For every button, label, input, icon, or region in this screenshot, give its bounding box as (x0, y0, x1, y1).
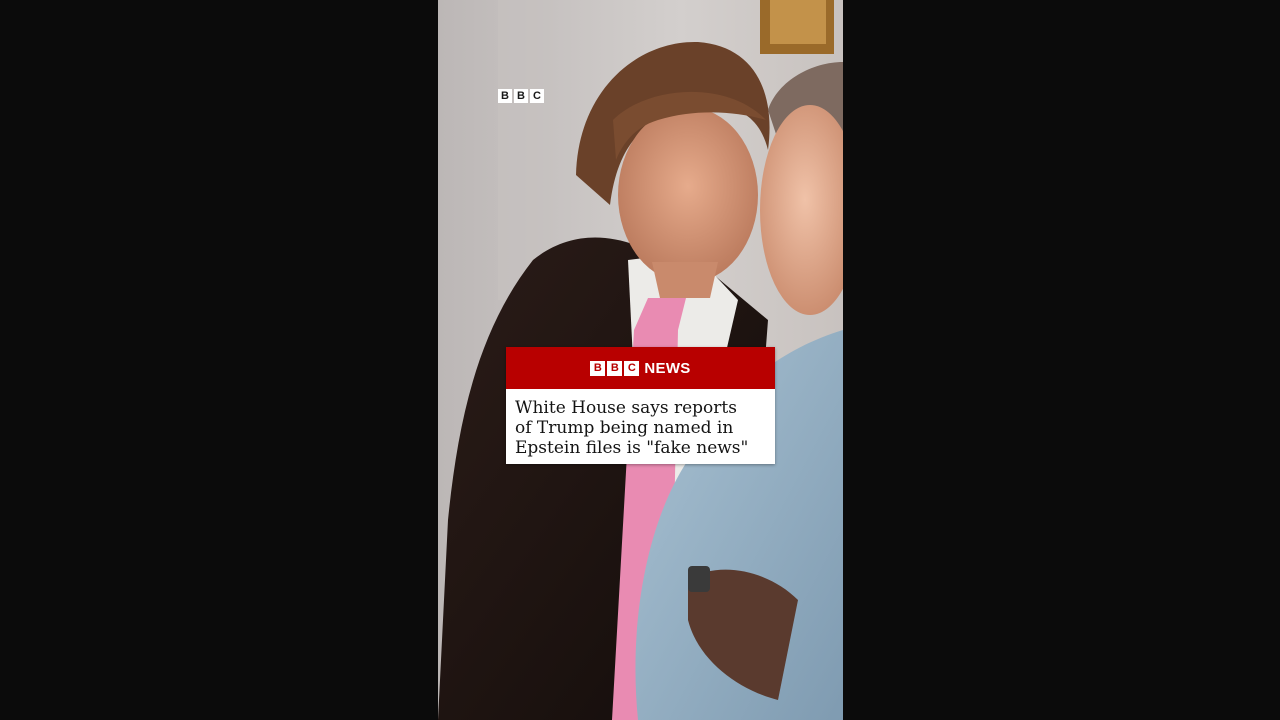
headline-card: B B C NEWS White House says reports of T… (506, 347, 775, 464)
watch (688, 566, 710, 592)
face-left (618, 107, 758, 283)
watermark-letter: B (514, 89, 528, 103)
headline-line: White House says reports (515, 398, 737, 418)
watermark-letter: B (498, 89, 512, 103)
watermark-letter: C (530, 89, 544, 103)
logo-letter: B (590, 360, 606, 376)
news-wordmark: NEWS (644, 359, 691, 377)
headline-text: White House says reports of Trump being … (515, 398, 765, 458)
logo-letter: C (624, 360, 640, 376)
headline-line: of Trump being named in (515, 418, 734, 438)
headline-body: White House says reports of Trump being … (506, 389, 775, 464)
bbc-logo: B B C (590, 360, 640, 376)
gold-frame-inner (770, 0, 826, 44)
neck-left (652, 262, 718, 298)
logo-letter: B (607, 360, 623, 376)
headline-line: Epstein files is "fake news" (515, 438, 749, 458)
bbc-news-header: B B C NEWS (506, 347, 775, 389)
bbc-watermark-logo: B B C (498, 89, 544, 103)
